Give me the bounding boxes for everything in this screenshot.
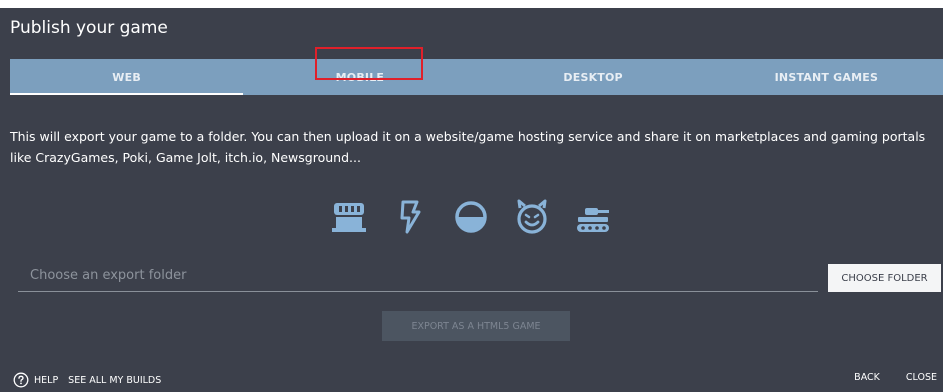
lightning-icon xyxy=(391,198,429,236)
choose-folder-button[interactable]: CHOOSE FOLDER xyxy=(828,264,941,292)
export-folder-field xyxy=(18,260,818,292)
publish-dialog: Publish your game WEB MOBILE DESKTOP INS… xyxy=(0,8,943,392)
dialog-title: Publish your game xyxy=(10,18,168,38)
back-button[interactable]: BACK xyxy=(854,372,880,383)
help-icon[interactable] xyxy=(13,372,29,388)
tab-desktop[interactable]: DESKTOP xyxy=(477,59,710,95)
half-circle-icon xyxy=(452,198,490,236)
export-html5-button[interactable]: EXPORT AS A HTML5 GAME xyxy=(382,311,570,341)
close-button[interactable]: CLOSE xyxy=(906,372,937,383)
tank-icon xyxy=(574,198,612,236)
platform-icons xyxy=(330,198,612,236)
tab-mobile[interactable]: MOBILE xyxy=(243,59,476,95)
footer-right: BACK CLOSE xyxy=(854,372,937,383)
see-all-builds-link[interactable]: SEE ALL MY BUILDS xyxy=(68,375,161,386)
tab-instant-games[interactable]: INSTANT GAMES xyxy=(710,59,943,95)
tab-web[interactable]: WEB xyxy=(10,59,244,95)
export-description: This will export your game to a folder. … xyxy=(10,129,926,165)
devil-face-icon xyxy=(513,198,551,236)
help-link[interactable]: HELP xyxy=(34,375,58,386)
footer-left: HELP SEE ALL MY BUILDS xyxy=(13,372,161,388)
store-icon xyxy=(330,198,368,236)
export-folder-input[interactable] xyxy=(18,260,818,290)
tab-bar: WEB MOBILE DESKTOP INSTANT GAMES xyxy=(10,59,943,95)
